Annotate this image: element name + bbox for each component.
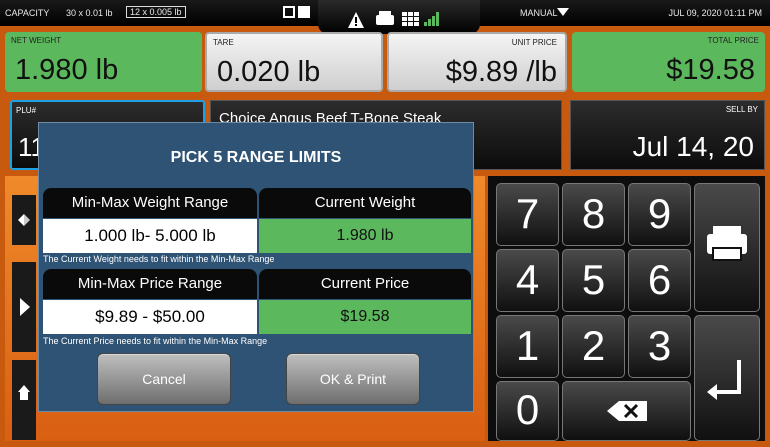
unit-price-value: $9.89 /lb <box>445 56 557 88</box>
price-note: The Current Price needs to fit within th… <box>43 336 268 346</box>
total-price-label: TOTAL PRICE <box>707 36 759 45</box>
price-range-header: Min-Max Price Range <box>43 269 257 299</box>
key-3[interactable]: 3 <box>628 315 691 378</box>
key-5[interactable]: 5 <box>562 249 625 312</box>
mode-label: MANUAL <box>520 8 558 18</box>
current-weight-header: Current Weight <box>259 188 471 218</box>
tare-label: TARE <box>213 38 234 47</box>
nav-home-button[interactable] <box>12 360 36 440</box>
printer-icon <box>376 11 394 25</box>
total-price-tile: TOTAL PRICE $19.58 <box>572 32 765 92</box>
datetime: JUL 09, 2020 01:11 PM <box>668 8 762 18</box>
current-price-header: Current Price <box>259 269 471 299</box>
capacity-primary: 30 x 0.01 lb <box>66 8 113 18</box>
home-icon <box>18 385 30 400</box>
display-square-icon <box>283 6 295 18</box>
tare-value: 0.020 lb <box>217 56 321 88</box>
sell-by-tile[interactable]: SELL BY Jul 14, 20 <box>570 100 765 170</box>
key-1[interactable]: 1 <box>496 315 559 378</box>
printer-icon <box>707 226 747 261</box>
capacity-label: CAPACITY <box>5 8 50 18</box>
capacity-secondary: 12 x 0.005 lb <box>126 6 186 18</box>
key-8[interactable]: 8 <box>562 183 625 246</box>
cancel-button[interactable]: Cancel <box>97 353 231 405</box>
display-square-filled-icon <box>298 6 310 18</box>
key-2[interactable]: 2 <box>562 315 625 378</box>
backspace-button[interactable] <box>562 381 691 441</box>
status-icons-tab <box>318 0 480 34</box>
current-weight-value: 1.980 lb <box>259 219 471 253</box>
current-price-value: $19.58 <box>259 300 471 334</box>
ok-print-button[interactable]: OK & Print <box>286 353 420 405</box>
mode-dropdown-icon[interactable] <box>557 8 569 16</box>
net-weight-label: NET WEIGHT <box>11 36 62 45</box>
play-arrow-icon <box>20 298 30 316</box>
plu-label: PLU# <box>16 106 37 115</box>
dialog-title: PICK 5 RANGE LIMITS <box>170 149 342 166</box>
key-9[interactable]: 9 <box>628 183 691 246</box>
price-range-value: $9.89 - $50.00 <box>43 300 257 334</box>
unit-price-tile[interactable]: UNIT PRICE $9.89 /lb <box>387 32 567 92</box>
key-0[interactable]: 0 <box>496 381 559 441</box>
weight-range-value: 1.000 lb- 5.000 lb <box>43 219 257 253</box>
print-button[interactable] <box>694 183 760 312</box>
net-weight-tile: NET WEIGHT 1.980 lb <box>5 32 202 92</box>
key-6[interactable]: 6 <box>628 249 691 312</box>
range-limits-dialog: PICK 5 RANGE LIMITS Min-Max Weight Range… <box>38 122 474 412</box>
net-weight-value: 1.980 lb <box>15 54 119 86</box>
warning-icon <box>348 12 364 28</box>
key-7[interactable]: 7 <box>496 183 559 246</box>
grid-icon <box>402 12 419 26</box>
enter-icon <box>707 360 741 400</box>
total-price-value: $19.58 <box>666 54 755 86</box>
sell-by-label: SELL BY <box>725 105 758 114</box>
tare-tile[interactable]: TARE 0.020 lb <box>205 32 383 92</box>
signal-icon <box>424 12 439 26</box>
weight-note: The Current Weight needs to fit within t… <box>43 254 275 264</box>
unit-price-label: UNIT PRICE <box>511 38 557 47</box>
nav-scale-button[interactable] <box>12 195 36 245</box>
sell-by-value: Jul 14, 20 <box>632 131 754 162</box>
nav-play-button[interactable] <box>12 262 36 352</box>
weight-range-header: Min-Max Weight Range <box>43 188 257 218</box>
key-4[interactable]: 4 <box>496 249 559 312</box>
enter-button[interactable] <box>694 315 760 441</box>
scale-arrows-icon <box>18 214 24 226</box>
backspace-icon <box>607 401 647 421</box>
